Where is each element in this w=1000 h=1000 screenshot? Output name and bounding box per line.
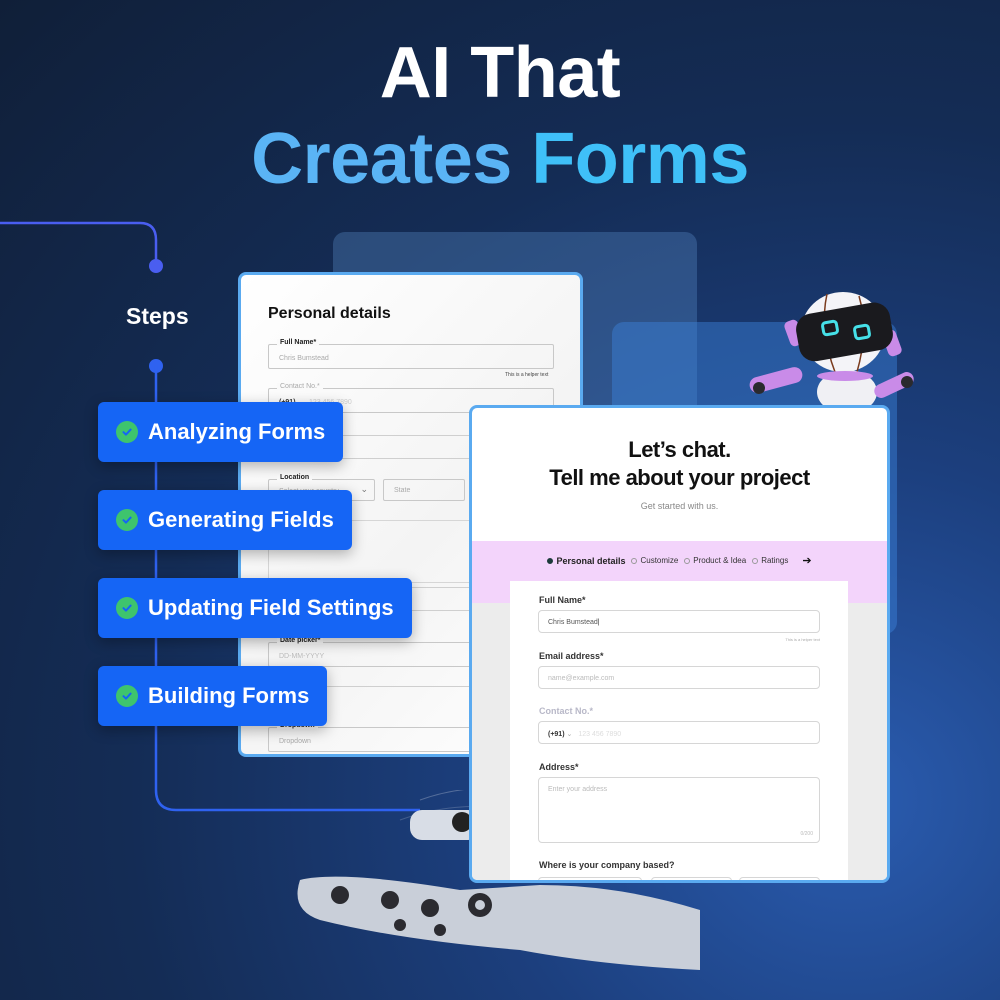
step-dot-icon [752,557,759,564]
headline-line-2: Creates Forms [0,116,1000,202]
stepper-step-personal-details[interactable]: Personal details [547,556,625,566]
full-name-label: Full Name* [277,339,320,346]
contact-label: Contact No.* [277,383,323,390]
title-line-2: Tell me about your project [549,465,810,490]
steps-label: Steps [126,303,189,329]
step-building-forms: Building Forms [98,666,328,726]
check-circle-icon [116,421,138,443]
address-label: Address* [539,762,579,772]
step-dot-icon [547,557,554,564]
step-analyzing-forms: Analyzing Forms [98,402,344,462]
email-input[interactable]: name@example.com [538,666,820,689]
address-textarea[interactable]: Enter your address 0/200 [538,777,820,843]
email-placeholder: name@example.com [548,675,615,682]
stepper-step-customize[interactable]: Customize [631,556,678,565]
date-label: Date picker* [277,637,324,644]
robot-mascot-illustration [749,292,914,408]
location-label: Location [277,474,313,481]
company-location-label: Where is your company based? [539,860,675,870]
check-circle-icon [116,597,138,619]
stepper-step-ratings[interactable]: Ratings [752,556,788,565]
step-label: Analyzing Forms [148,419,326,444]
form-title: Personal details [268,305,391,322]
step-label: Building Forms [148,683,310,708]
step-label: Updating Field Settings [148,595,394,620]
step-label: Generating Fields [148,507,334,532]
helper-text: This is a helper text [785,637,820,642]
contact-label: Contact No.* [539,706,593,716]
country-code: (+91) [548,731,565,738]
form-preview-lets-chat: Let’s chat. Tell me about your project G… [469,405,890,883]
title-line-1: Let’s chat. [628,437,731,462]
check-circle-icon [116,685,138,707]
company-country-select[interactable] [538,877,642,880]
character-counter: 0/200 [800,831,813,837]
step-updating-field-settings: Updating Field Settings [98,578,412,638]
contact-input[interactable]: (+91) ⌄ 123 456 7890 [538,721,820,744]
full-name-label: Full Name* [539,595,586,605]
step-generating-fields: Generating Fields [98,490,352,550]
form-panel: Full Name* Chris Bumstead| This is a hel… [510,581,848,880]
helper-text: This is a helper text [505,372,549,378]
full-name-field[interactable]: Full Name* Chris Bumstead [268,339,554,369]
step-dot-icon [631,557,638,564]
headline-forms: Forms [531,119,749,199]
date-placeholder: DD-MM-YYYY [279,653,325,660]
full-name-value: Chris Bumstead [279,355,329,362]
address-placeholder: Enter your address [548,786,608,793]
company-city-select[interactable] [739,877,820,880]
state-placeholder: State [394,487,411,494]
email-label: Email address* [539,651,604,661]
top-connector-dot [149,259,163,273]
dropdown-placeholder: Dropdown [279,738,311,745]
headline-creates: Creates [251,119,532,199]
stepper-step-product-idea[interactable]: Product & Idea [684,556,746,565]
contact-placeholder: 123 456 7890 [578,731,622,738]
state-field[interactable]: State [383,479,465,501]
chevron-down-icon: ⌄ [360,484,368,494]
chevron-down-icon[interactable]: ⌄ [567,731,573,738]
top-connector-line [0,221,158,265]
form-title: Let’s chat. Tell me about your project [472,436,887,492]
bottom-connector-dot [149,359,163,373]
step-dot-icon [684,557,691,564]
headline: AI That Creates Forms [0,30,1000,202]
full-name-input[interactable]: Chris Bumstead| [538,610,820,633]
full-name-value: Chris Bumstead [548,619,598,626]
company-state-select[interactable] [651,877,732,880]
form-stepper: Personal details Customize Product & Ide… [472,554,887,567]
form-subtitle: Get started with us. [640,501,719,511]
headline-line-1: AI That [379,33,621,113]
arrow-right-icon[interactable]: ➔ [802,554,811,567]
check-circle-icon [116,509,138,531]
